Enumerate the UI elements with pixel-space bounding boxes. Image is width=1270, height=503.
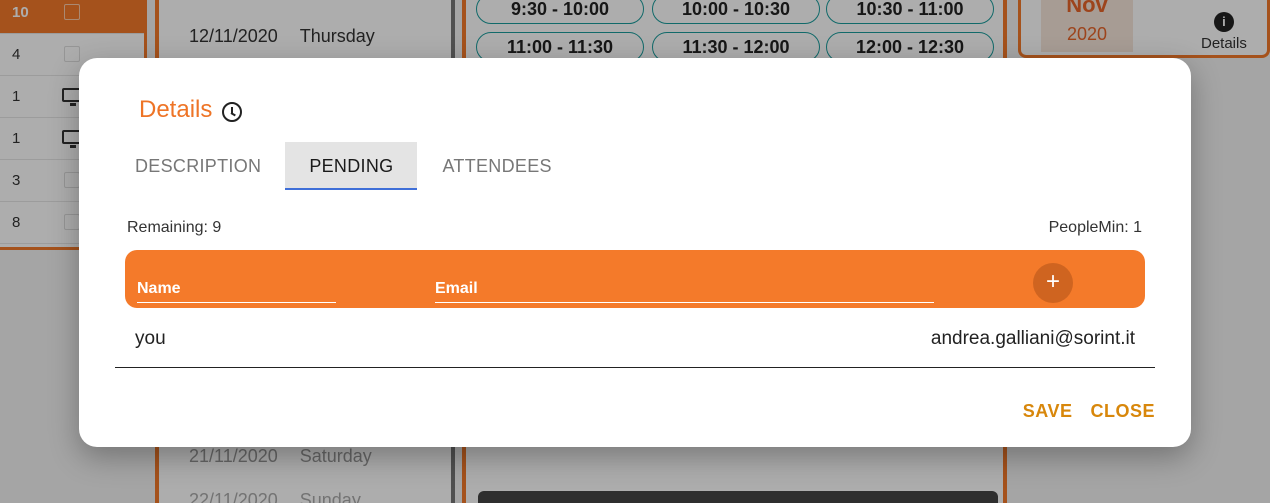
divider (115, 367, 1155, 368)
dialog-title: Details (139, 96, 243, 124)
details-dialog: Details DESCRIPTION PENDING ATTENDEES Re… (79, 58, 1191, 447)
clock-icon (222, 102, 243, 122)
attendee-email: andrea.galliani@sorint.it (930, 328, 1135, 349)
add-attendee-button[interactable]: + (1033, 263, 1073, 303)
name-field[interactable]: Name (137, 280, 336, 303)
tab-attendees[interactable]: ATTENDEES (421, 142, 572, 190)
remaining-count: Remaining: 9 (127, 219, 222, 236)
tab-pending[interactable]: PENDING (285, 142, 418, 190)
save-button[interactable]: SAVE (1023, 401, 1073, 422)
people-min: PeopleMin: 1 (1048, 219, 1142, 236)
email-field[interactable]: Email (435, 280, 934, 303)
dialog-title-text: Details (139, 96, 213, 123)
add-attendee-form: Name Email + (125, 250, 1145, 308)
close-button[interactable]: CLOSE (1090, 401, 1155, 422)
tab-description[interactable]: DESCRIPTION (114, 142, 282, 190)
dialog-actions: SAVE CLOSE (1023, 401, 1155, 422)
attendee-name: you (135, 328, 166, 349)
tab-bar: DESCRIPTION PENDING ATTENDEES (114, 142, 573, 190)
